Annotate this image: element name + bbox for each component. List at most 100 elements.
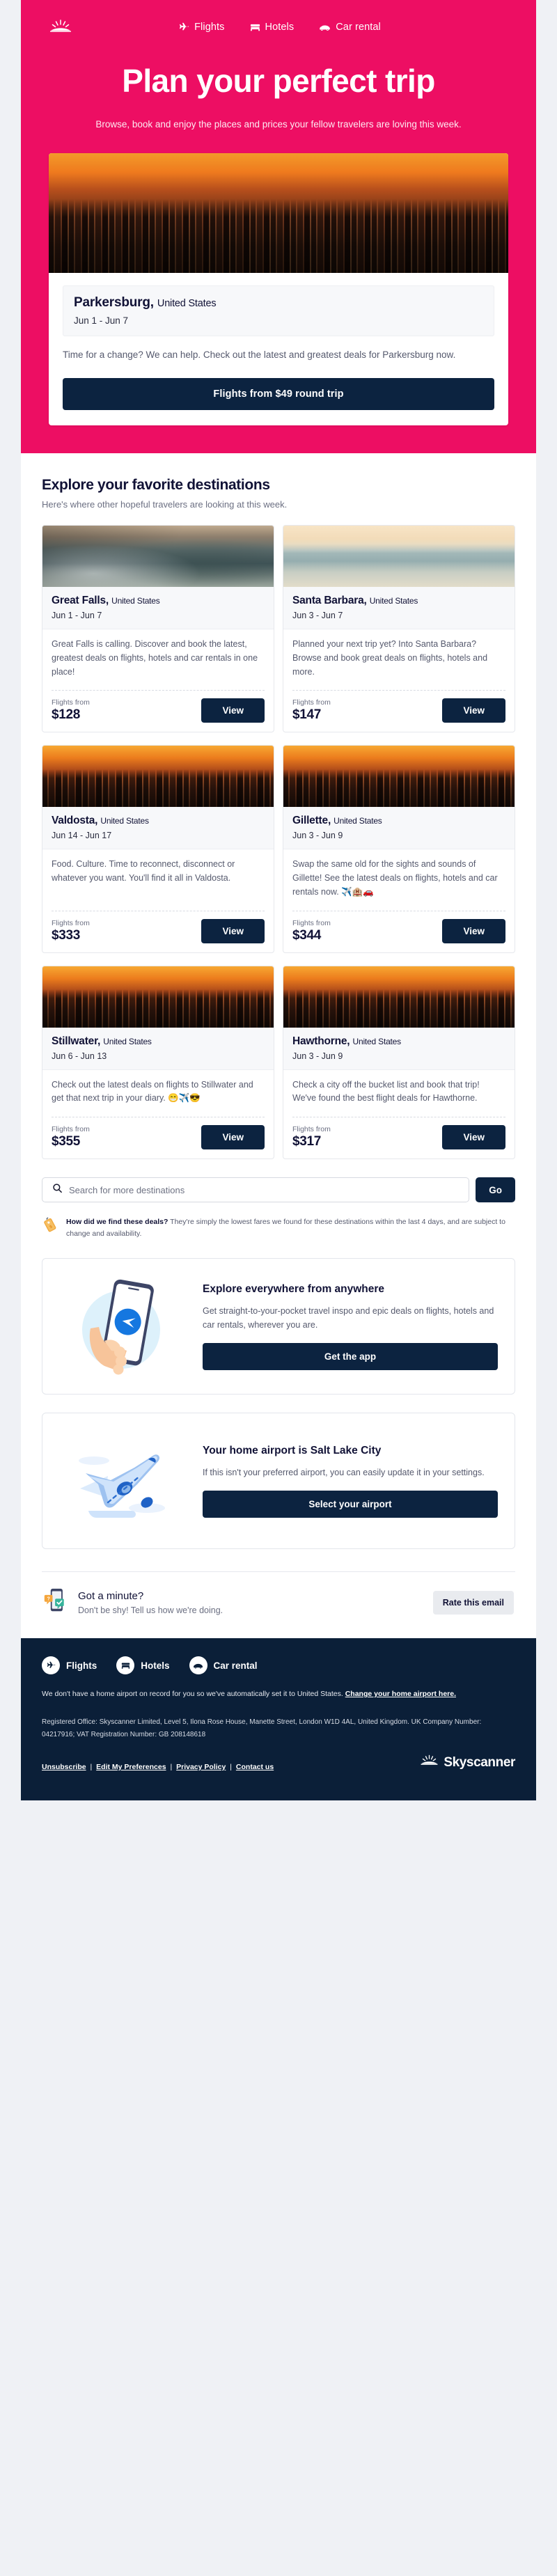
footer-note-text: We don't have a home airport on record f… (42, 1690, 345, 1699)
featured-city: Parkersburg, (74, 295, 154, 311)
footer-legal-text: Registered Office: Skyscanner Limited, L… (42, 1718, 482, 1738)
price-label: Flights from (292, 918, 331, 927)
plane-icon (42, 1656, 60, 1675)
destination-city: Valdosta, (52, 815, 98, 827)
destination-price-row: Flights from $344 View (283, 911, 515, 952)
destination-description: Food. Culture. Time to reconnect, discon… (52, 859, 235, 883)
price-tag-icon: $ (42, 1216, 58, 1236)
home-airport-title: Your home airport is Salt Lake City (203, 1445, 382, 1457)
search-row: Go (42, 1177, 515, 1203)
privacy-policy-link[interactable]: Privacy Policy (176, 1763, 226, 1771)
view-destination-button[interactable]: View (201, 918, 265, 943)
search-icon (52, 1183, 63, 1197)
destination-country: United States (334, 816, 382, 826)
home-airport-card: Your home airport is Salt Lake City If t… (42, 1413, 515, 1550)
hero-subtitle: Browse, book and enjoy the places and pr… (95, 119, 462, 130)
footer-links: Unsubscribe | Edit My Preferences | Priv… (42, 1763, 274, 1771)
nav-hotels[interactable]: Hotels (250, 22, 295, 33)
destination-price-row: Flights from $147 View (283, 691, 515, 732)
destination-photo (283, 746, 515, 808)
explore-title: Explore your favorite destinations (42, 477, 270, 494)
view-destination-button[interactable]: View (442, 698, 505, 723)
featured-cta-button[interactable]: Flights from $49 round trip (63, 378, 494, 411)
footer-nav-hotels[interactable]: Hotels (116, 1656, 170, 1675)
destination-price-row: Flights from $128 View (42, 691, 274, 732)
email-page: Flights Hotels Car rental Plan your perf… (0, 0, 557, 1800)
price-value: $147 (292, 707, 322, 723)
destination-country: United States (103, 1036, 152, 1046)
hero-section: Flights Hotels Car rental Plan your perf… (21, 0, 536, 454)
destination-card[interactable]: Stillwater, United States Jun 6 - Jun 13 C… (42, 965, 274, 1160)
hand-holding-phone-illustration (59, 1274, 189, 1379)
nav-car-rental[interactable]: Car rental (319, 22, 381, 33)
destination-grid: Great Falls, United States Jun 1 - Jun 7G… (42, 525, 515, 1160)
destination-meta: Santa Barbara, United States Jun 3 - Jun … (283, 587, 515, 630)
price-value: $355 (52, 1134, 81, 1149)
rate-email-row: ? Got a minute? Don't be shy! Tell us ho… (42, 1572, 515, 1638)
view-destination-button[interactable]: View (442, 1125, 505, 1150)
get-the-app-button[interactable]: Get the app (203, 1343, 498, 1371)
view-destination-button[interactable]: View (201, 1125, 265, 1150)
nav-flights[interactable]: Flights (179, 22, 224, 33)
destination-country: United States (352, 1036, 402, 1046)
featured-blurb: Time for a change? We can help. Check ou… (63, 350, 456, 361)
search-input[interactable] (69, 1184, 460, 1195)
plane-icon (179, 22, 189, 33)
destination-photo (283, 526, 515, 588)
edit-preferences-link[interactable]: Edit My Preferences (96, 1763, 166, 1771)
price-value: $344 (292, 927, 322, 943)
view-destination-button[interactable]: View (201, 698, 265, 723)
car-icon (189, 1656, 207, 1675)
destination-city: Gillette, (292, 815, 331, 827)
select-airport-button[interactable]: Select your airport (203, 1491, 498, 1518)
price-label: Flights from (52, 698, 90, 707)
destination-description: Check a city off the bucket list and boo… (292, 1079, 480, 1104)
skyscanner-sun-logo (420, 1754, 439, 1771)
featured-dates: Jun 1 - Jun 7 (74, 315, 129, 327)
app-promo-title: Explore everywhere from anywhere (203, 1283, 385, 1296)
destination-description: Swap the same old for the sights and sou… (292, 859, 498, 897)
destination-meta: Hawthorne, United States Jun 3 - Jun 9 (283, 1027, 515, 1070)
bed-icon (250, 22, 260, 33)
destination-dates: Jun 3 - Jun 9 (292, 1051, 343, 1061)
price-label: Flights from (52, 918, 90, 927)
destination-dates: Jun 6 - Jun 13 (52, 1051, 107, 1061)
view-destination-button[interactable]: View (442, 918, 505, 943)
featured-country: United States (157, 298, 217, 310)
destination-city: Stillwater, (52, 1035, 101, 1047)
destination-card[interactable]: Valdosta, United States Jun 14 - Jun 17 Fo… (42, 745, 274, 953)
footer-nav-car-rental[interactable]: Car rental (189, 1656, 258, 1675)
phone-feedback-illustration: ? (43, 1587, 68, 1617)
app-promo-text: Get straight-to-your-pocket travel inspo… (203, 1306, 494, 1330)
footer-nav-flights[interactable]: Flights (42, 1656, 97, 1675)
destination-dates: Jun 1 - Jun 7 (52, 611, 102, 621)
bed-icon (116, 1656, 135, 1675)
unsubscribe-link[interactable]: Unsubscribe (42, 1763, 86, 1771)
contact-us-link[interactable]: Contact us (236, 1763, 274, 1771)
footer-home-airport-note: We don't have a home airport on record f… (42, 1688, 515, 1701)
price-value: $317 (292, 1134, 322, 1149)
price-label: Flights from (292, 1125, 331, 1134)
featured-photo (49, 153, 508, 274)
search-box[interactable] (42, 1177, 470, 1203)
change-home-airport-link[interactable]: Change your home airport here. (345, 1690, 456, 1698)
price-label: Flights from (292, 698, 331, 707)
destination-dates: Jun 3 - Jun 9 (292, 831, 343, 841)
destination-description: Check out the latest deals on flights to… (52, 1079, 253, 1104)
destination-card[interactable]: Gillette, United States Jun 3 - Jun 9 Swap… (283, 745, 515, 953)
home-airport-text: If this isn't your preferred airport, yo… (203, 1468, 485, 1478)
destination-photo (42, 966, 274, 1028)
destination-dates: Jun 14 - Jun 17 (52, 831, 112, 841)
destination-card[interactable]: Great Falls, United States Jun 1 - Jun 7G… (42, 525, 274, 733)
destination-meta: Valdosta, United States Jun 14 - Jun 17 (42, 807, 274, 850)
rate-this-email-button[interactable]: Rate this email (432, 1590, 514, 1615)
header-nav: Flights Hotels Car rental (49, 15, 508, 39)
search-go-button[interactable]: Go (476, 1177, 515, 1203)
car-icon (319, 23, 331, 32)
main-content: Explore your favorite destinations Here'… (21, 453, 536, 1639)
destination-card[interactable]: Santa Barbara, United States Jun 3 - Jun … (283, 525, 515, 733)
destination-meta: Stillwater, United States Jun 6 - Jun 13 (42, 1027, 274, 1070)
destination-card[interactable]: Hawthorne, United States Jun 3 - Jun 9 Che… (283, 965, 515, 1160)
featured-destination-card: Parkersburg, United States Jun 1 - Jun 7… (49, 153, 508, 426)
footer-nav: Flights Hotels Car rental (42, 1656, 515, 1675)
